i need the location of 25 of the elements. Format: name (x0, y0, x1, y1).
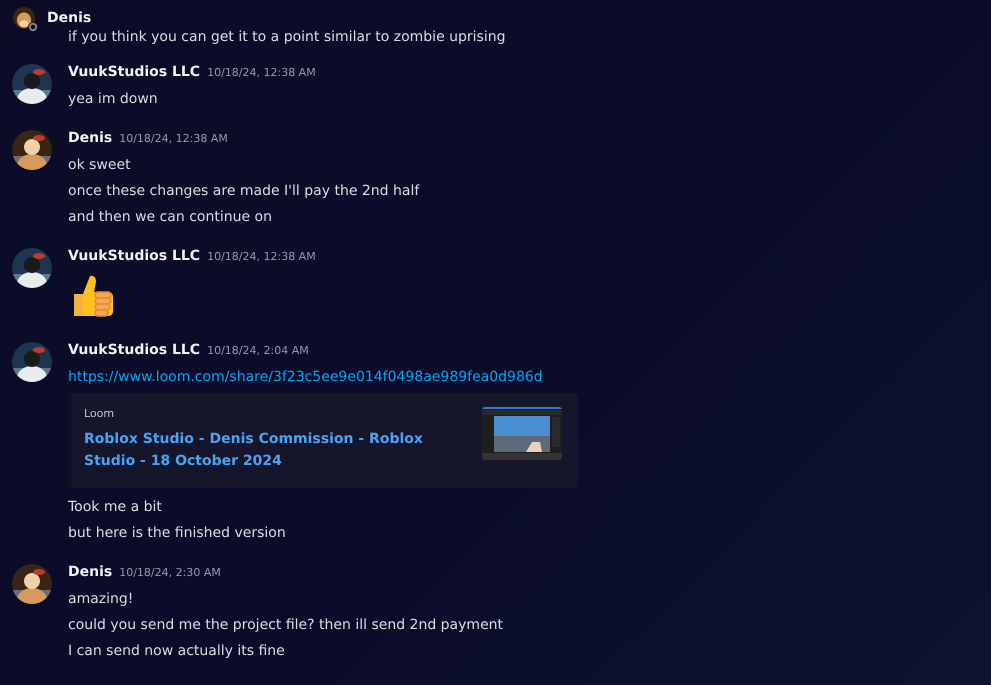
status-icon (27, 21, 39, 33)
embed-title[interactable]: Roblox Studio - Denis Commission - Roblox Studio - 18 October 2024 (84, 428, 462, 472)
channel-title: Denis (47, 10, 92, 26)
timestamp: 10/18/24, 2:30 AM (119, 566, 221, 579)
message-text: could you send me the project file? then ill send 2nd payment (68, 616, 504, 635)
timestamp: 10/18/24, 12:38 AM (119, 132, 228, 145)
message-text: Took me a bit (68, 498, 163, 517)
timestamp: 10/18/24, 2:04 AM (207, 344, 309, 357)
message-text: once these changes are made I'll pay the 2nd half (68, 182, 420, 201)
timestamp: 10/18/24, 12:38 AM (207, 250, 316, 263)
author-name[interactable]: VuukStudios LLC (68, 248, 200, 264)
author-name[interactable]: Denis (68, 564, 112, 580)
message-text: ok sweet (68, 156, 132, 175)
author-name[interactable]: VuukStudios LLC (68, 342, 200, 358)
message-text: I can send now actually its fine (68, 642, 286, 661)
message-link[interactable]: https://www.loom.com/share/3f23c5ee9e014f0498ae989fea0d986d (68, 369, 543, 385)
message-text: yea im down (68, 90, 159, 109)
embed-provider: Loom (84, 407, 116, 420)
author-name[interactable]: VuukStudios LLC (68, 64, 200, 80)
message-text: amazing! (68, 590, 134, 609)
message-text: but here is the finished version (68, 524, 287, 543)
message-text: if you think you can get it to a point similar to zombie uprising (68, 28, 506, 46)
message-text: and then we can continue on (68, 208, 273, 227)
author-name[interactable]: Denis (68, 130, 112, 146)
timestamp: 10/18/24, 12:38 AM (207, 66, 316, 79)
